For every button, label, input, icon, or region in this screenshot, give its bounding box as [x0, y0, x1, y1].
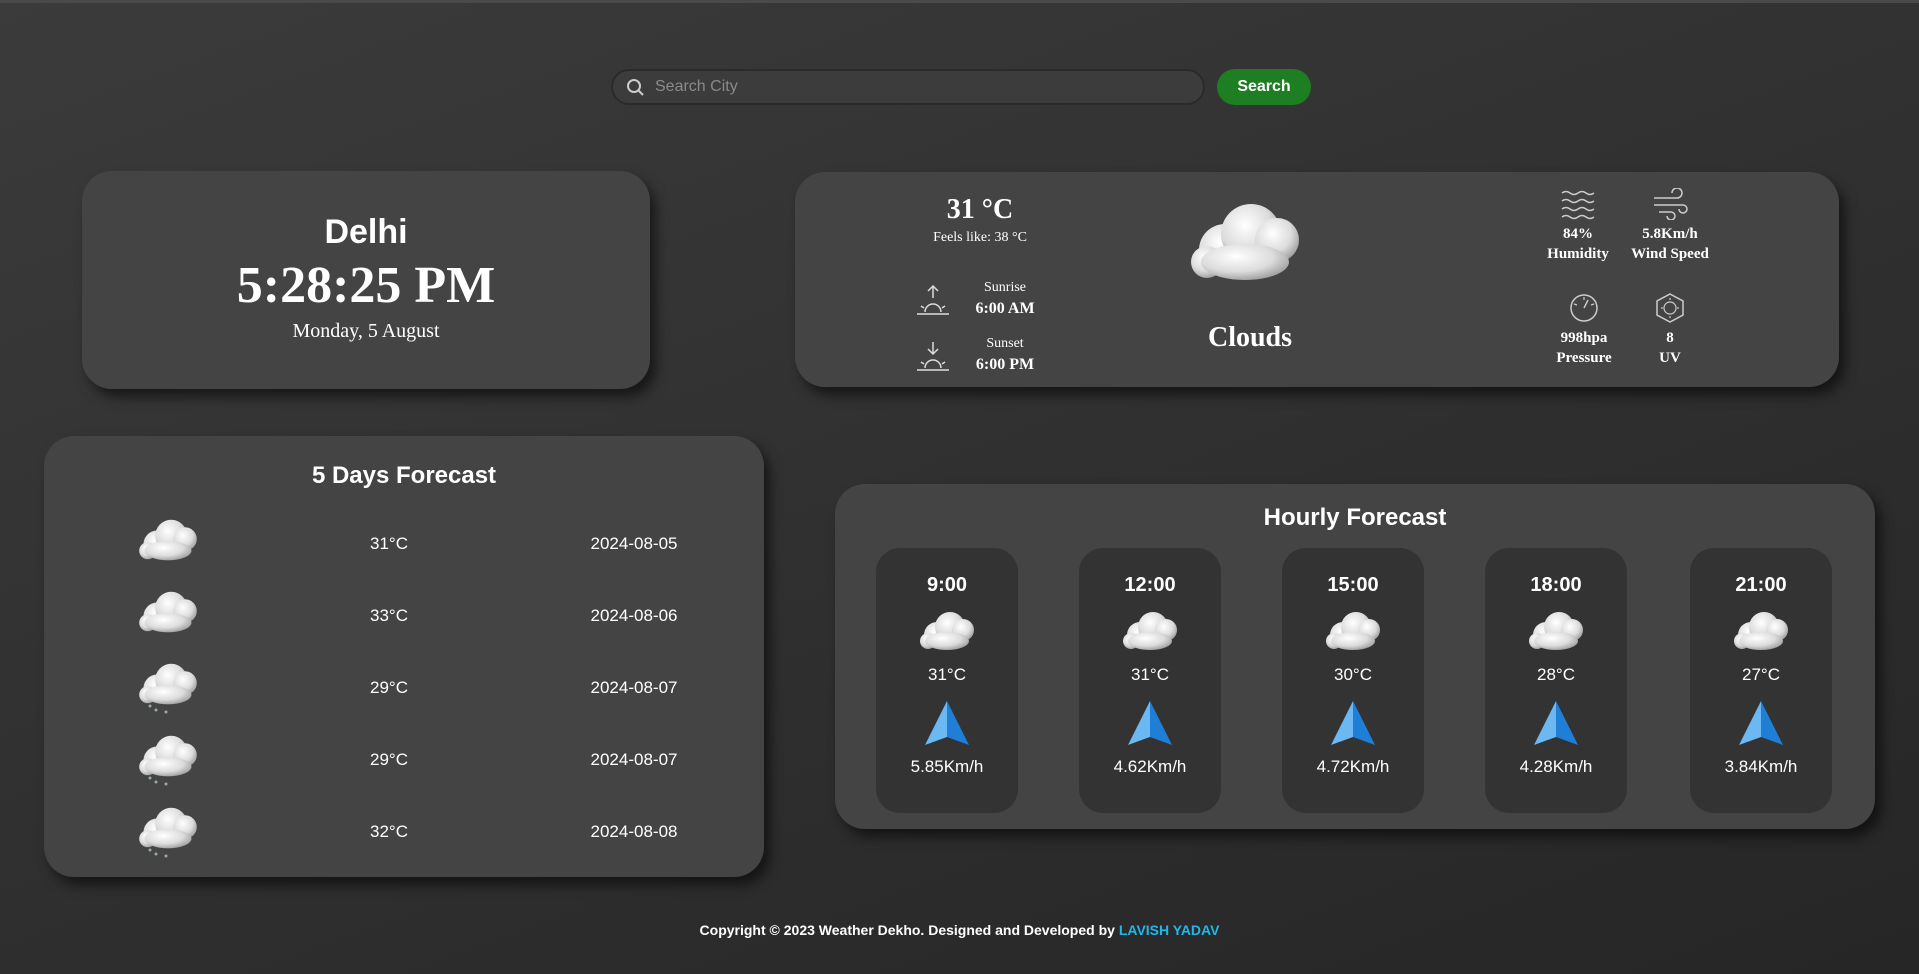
- forecast-date: 2024-08-05: [590, 534, 678, 553]
- sunrise-icon: [917, 284, 949, 315]
- feels-like: Feels like: 38 °C: [933, 230, 1027, 245]
- rain-cloud-icon: [139, 807, 197, 858]
- forecast-row: 31°C 2024-08-05: [44, 514, 764, 574]
- forecast-row: 29°C 2024-08-07: [44, 658, 764, 718]
- sunset-time: 6:00 PM: [975, 356, 1035, 373]
- forecast-temp: 33°C: [370, 606, 408, 625]
- hourly-forecast-card: Hourly Forecast 9:00 31°C 5.85Km/h 12:00…: [835, 484, 1875, 829]
- forecast-temp: 29°C: [370, 750, 408, 769]
- current-date: Monday, 5 August: [292, 320, 440, 342]
- hourly-item: 15:00 30°C 4.72Km/h: [1282, 548, 1424, 813]
- sunset-icon: [917, 342, 949, 371]
- forecast-row: 32°C 2024-08-08: [44, 802, 764, 862]
- current-time: 5:28:25 PM: [236, 257, 496, 314]
- hourly-item: 9:00 31°C 5.85Km/h: [876, 548, 1018, 813]
- search-box: [611, 69, 1205, 105]
- pressure-gauge-icon: [1570, 294, 1598, 322]
- navigation-arrow-icon: [1739, 701, 1783, 745]
- hourly-title: Hourly Forecast: [1263, 504, 1447, 531]
- wind-speed-label: Wind Speed: [1631, 246, 1709, 262]
- forecast-date: 2024-08-08: [590, 822, 678, 841]
- hour-temp: 30°C: [1334, 665, 1372, 684]
- humidity-label: Humidity: [1547, 246, 1609, 262]
- wind-icon: [1654, 188, 1688, 220]
- rain-cloud-icon: [139, 663, 197, 714]
- navigation-arrow-icon: [1331, 701, 1375, 745]
- copyright-text: Copyright © 2023 Weather Dekho. Designed…: [699, 922, 1115, 938]
- uv-value: 8: [1666, 330, 1674, 346]
- clouds-icon: [1731, 607, 1791, 653]
- clouds-icon: [136, 586, 200, 636]
- footer: Copyright © 2023 Weather Dekho. Designed…: [0, 922, 1919, 938]
- hour-time: 15:00: [1327, 574, 1379, 596]
- forecast-date: 2024-08-06: [590, 606, 678, 625]
- hour-wind: 3.84Km/h: [1724, 757, 1798, 776]
- wind-speed: 5.8Km/h Wind Speed: [1620, 188, 1720, 264]
- five-day-forecast-card: 5 Days Forecast 31°C 2024-08-05 33°C 202…: [44, 436, 764, 877]
- hour-time: 18:00: [1530, 574, 1582, 596]
- clock-card: Delhi 5:28:25 PM Monday, 5 August: [82, 171, 650, 389]
- five-day-title: 5 Days Forecast: [311, 462, 497, 489]
- hourly-item: 18:00 28°C 4.28Km/h: [1485, 548, 1627, 813]
- forecast-date: 2024-08-07: [590, 750, 678, 769]
- forecast-temp: 29°C: [370, 678, 408, 697]
- hour-wind: 4.72Km/h: [1316, 757, 1390, 776]
- clouds-icon: [1323, 607, 1383, 653]
- forecast-row: 33°C 2024-08-06: [44, 586, 764, 646]
- sunrise: Sunrise 6:00 AM: [915, 280, 1055, 320]
- hour-time: 9:00: [926, 574, 968, 596]
- sunset-label: Sunset: [986, 336, 1024, 351]
- forecast-date: 2024-08-07: [590, 678, 678, 697]
- hour-time: 21:00: [1735, 574, 1787, 596]
- hour-temp: 31°C: [1131, 665, 1169, 684]
- current-temperature: 31 °C: [946, 194, 1014, 225]
- current-weather-card: 31 °C Feels like: 38 °C Sunrise 6:00 AM …: [795, 172, 1839, 387]
- sunset: Sunset 6:00 PM: [915, 336, 1055, 376]
- sunrise-label: Sunrise: [984, 280, 1026, 295]
- search-icon: [627, 79, 644, 96]
- city-name: Delhi: [324, 213, 408, 251]
- hour-temp: 31°C: [928, 665, 966, 684]
- uv-label: UV: [1659, 350, 1681, 366]
- hour-wind: 4.62Km/h: [1113, 757, 1187, 776]
- hour-time: 12:00: [1124, 574, 1176, 596]
- hour-temp: 27°C: [1742, 665, 1780, 684]
- hour-temp: 28°C: [1537, 665, 1575, 684]
- forecast-temp: 32°C: [370, 822, 408, 841]
- navigation-arrow-icon: [1534, 701, 1578, 745]
- hour-wind: 4.28Km/h: [1519, 757, 1593, 776]
- clouds-icon: [136, 514, 200, 564]
- author-link[interactable]: LAVISH YADAV: [1119, 922, 1220, 938]
- wind-speed-value: 5.8Km/h: [1642, 226, 1698, 242]
- hourly-item: 21:00 27°C 3.84Km/h: [1690, 548, 1832, 813]
- rain-cloud-icon: [139, 735, 197, 786]
- pressure: 998hpa Pressure: [1534, 292, 1634, 368]
- hour-wind: 5.85Km/h: [910, 757, 984, 776]
- uv-index: 8 UV: [1620, 292, 1720, 368]
- clouds-icon: [1526, 607, 1586, 653]
- sunrise-time: 6:00 AM: [975, 300, 1035, 317]
- uv-icon: [1656, 293, 1684, 323]
- pressure-value: 998hpa: [1560, 330, 1608, 346]
- clouds-icon: [917, 607, 977, 653]
- humidity-icon: [1561, 190, 1595, 220]
- search-button[interactable]: Search: [1217, 69, 1311, 105]
- forecast-temp: 31°C: [370, 534, 408, 553]
- forecast-row: 29°C 2024-08-07: [44, 730, 764, 790]
- weather-condition: Clouds: [1207, 322, 1293, 353]
- clouds-icon: [1185, 194, 1305, 286]
- clouds-icon: [1120, 607, 1180, 653]
- navigation-arrow-icon: [925, 701, 969, 745]
- search-input[interactable]: [653, 77, 1203, 97]
- hourly-item: 12:00 31°C 4.62Km/h: [1079, 548, 1221, 813]
- navigation-arrow-icon: [1128, 701, 1172, 745]
- humidity-value: 84%: [1563, 226, 1593, 242]
- pressure-label: Pressure: [1556, 350, 1612, 366]
- humidity: 84% Humidity: [1528, 188, 1628, 264]
